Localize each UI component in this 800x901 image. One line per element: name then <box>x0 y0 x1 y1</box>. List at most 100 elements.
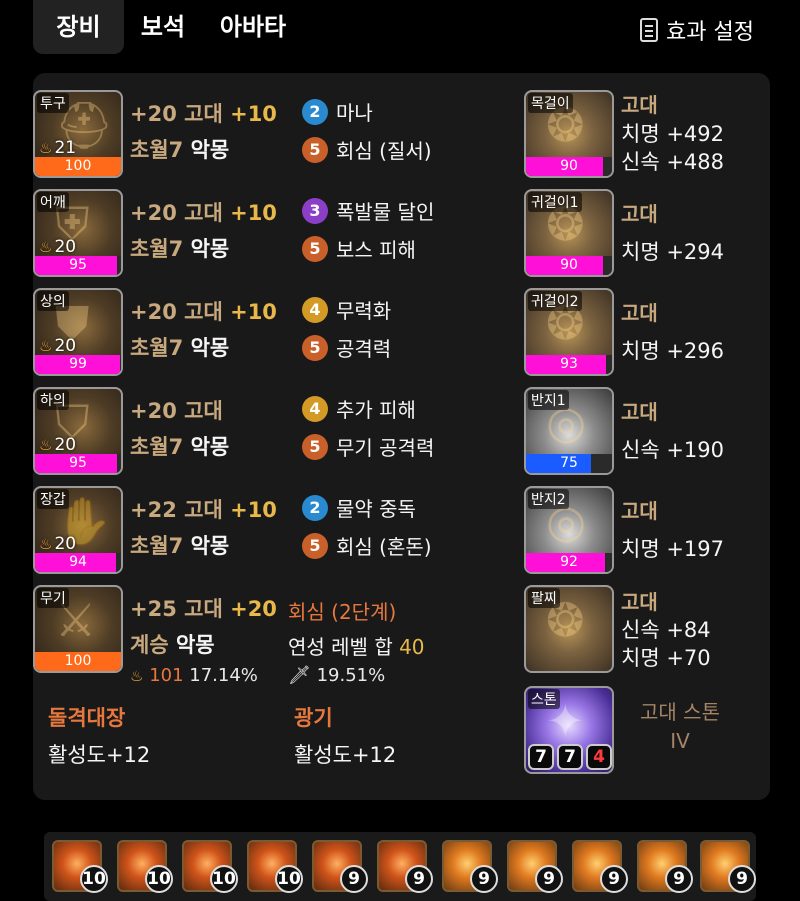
gem-level: 9 <box>600 865 628 893</box>
flame-icon: ♨ <box>130 667 144 685</box>
quality-bar: 90 <box>526 157 612 176</box>
chest-upgrade: +20 고대 +10 <box>130 300 277 324</box>
gem-level: 9 <box>405 865 433 893</box>
earring-2-slot[interactable]: ❂ 귀걸이2 93 <box>524 288 614 376</box>
stone-level: 7 <box>528 744 554 770</box>
tab-equipment[interactable]: 장비 <box>33 0 124 54</box>
gem[interactable]: 10 <box>182 840 238 893</box>
gem-level: 10 <box>80 865 108 893</box>
quality-bar: 90 <box>526 256 612 275</box>
slot-label: 목걸이 <box>528 93 573 113</box>
tier-badge: ♨ 20 <box>39 237 77 257</box>
engraving-1: 4 추가 피해 <box>302 394 416 423</box>
helmet-slot[interactable]: ⛑ 투구 ♨ 21 100 <box>33 90 123 178</box>
equipment-tabs: 장비 보석 아바타 효과 설정 <box>0 0 800 58</box>
set-title-1: 돌격대장 <box>48 706 126 730</box>
slot-label: 상의 <box>37 291 69 311</box>
weapon-effect: 회심 (2단계) <box>288 600 397 624</box>
engraving-1: 2 마나 <box>302 97 373 126</box>
gem[interactable]: 9 <box>442 840 498 893</box>
gem-level: 10 <box>210 865 238 893</box>
shoulder-transcend: 초월7 악몽 <box>130 237 230 261</box>
necklace-slot[interactable]: ❂ 목걸이 90 <box>524 90 614 178</box>
quality-bar: 93 <box>526 355 612 374</box>
accessory-grade: 고대 <box>621 400 658 424</box>
accessory-stat: 신속 +488 <box>621 150 724 174</box>
shoulder-slot[interactable]: ⛨ 어깨 ♨ 20 95 <box>33 189 123 277</box>
slot-label: 팔찌 <box>528 588 560 608</box>
bracelet-slot[interactable]: ❂ 팔찌 <box>524 585 614 673</box>
accessory-grade: 고대 <box>621 202 658 226</box>
shoulder-upgrade: +20 고대 +10 <box>130 201 277 225</box>
elixir-percent: 🗡 19.51% <box>288 665 386 686</box>
quality-bar: 95 <box>35 256 121 275</box>
chest-transcend: 초월7 악몽 <box>130 336 230 360</box>
gem-level: 9 <box>340 865 368 893</box>
accessory-stat: 치명 +492 <box>621 122 724 146</box>
elixir-level-sum: 연성 레벨 합 40 <box>288 635 425 659</box>
accessory-stat: 신속 +190 <box>621 438 724 462</box>
quality-bar: 99 <box>35 355 121 374</box>
quality-bar: 94 <box>35 553 121 572</box>
accessory-stat: 치명 +197 <box>621 537 724 561</box>
gem[interactable]: 10 <box>117 840 173 893</box>
slot-label: 스톤 <box>528 689 560 709</box>
accessory-stat: 치명 +70 <box>621 646 711 670</box>
gloves-slot[interactable]: ✋ 장갑 ♨ 20 94 <box>33 486 123 574</box>
gem-level: 10 <box>275 865 303 893</box>
helmet-transcend: 초월7 악몽 <box>130 138 230 162</box>
gem[interactable]: 9 <box>637 840 693 893</box>
set-title-2: 광기 <box>294 706 333 730</box>
pants-slot[interactable]: ⛉ 하의 ♨ 20 95 <box>33 387 123 475</box>
gem[interactable]: 9 <box>312 840 368 893</box>
gem[interactable]: 10 <box>247 840 303 893</box>
ring-2-slot[interactable]: ◎ 반지2 92 <box>524 486 614 574</box>
tab-avatar[interactable]: 아바타 <box>206 0 300 54</box>
gem[interactable]: 9 <box>700 840 756 893</box>
engraving-2: 5 회심 (혼돈) <box>302 531 432 560</box>
accessory-stat: 신속 +84 <box>621 618 711 642</box>
gem[interactable]: 9 <box>507 840 563 893</box>
pants-upgrade: +20 고대 <box>130 399 223 423</box>
ring-1-slot[interactable]: ◎ 반지1 75 <box>524 387 614 475</box>
slot-label: 귀걸이1 <box>528 192 582 212</box>
effect-settings-button[interactable]: 효과 설정 <box>640 14 754 46</box>
accessory-grade: 고대 <box>621 93 658 117</box>
tier-badge: ♨ 21 <box>39 138 77 158</box>
gem[interactable]: 9 <box>377 840 433 893</box>
flame-icon: ♨ <box>39 337 53 355</box>
weapon-upgrade: +25 고대 +20 <box>130 597 277 621</box>
tab-gems[interactable]: 보석 <box>128 0 198 54</box>
slot-label: 하의 <box>37 390 69 410</box>
accessory-grade: 고대 <box>621 301 658 325</box>
flame-icon: ♨ <box>39 436 53 454</box>
ability-stone-slot[interactable]: ✦ 스톤 7 7 4 <box>524 686 614 774</box>
engraving-1: 4 무력화 <box>302 295 391 324</box>
weapon-slot[interactable]: ⚔ 무기 100 <box>33 585 123 673</box>
accessory-stat: 치명 +296 <box>621 339 724 363</box>
engraving-2: 5 보스 피해 <box>302 234 416 263</box>
stone-levels: 7 7 4 <box>528 744 612 770</box>
tier-badge: ♨ 20 <box>39 336 77 356</box>
slot-label: 투구 <box>37 93 69 113</box>
chest-slot[interactable]: ⛊ 상의 ♨ 20 99 <box>33 288 123 376</box>
engraving-1: 2 물약 중독 <box>302 493 416 522</box>
effect-settings-label: 효과 설정 <box>666 20 754 45</box>
gem[interactable]: 10 <box>52 840 108 893</box>
quality-bar: 100 <box>35 652 121 671</box>
earring-1-slot[interactable]: ❂ 귀걸이1 90 <box>524 189 614 277</box>
engraving-2: 5 공격력 <box>302 333 391 362</box>
slot-label: 반지2 <box>528 489 569 509</box>
gem[interactable]: 9 <box>572 840 628 893</box>
weapon-tier: ♨ 101 17.14% <box>130 665 258 686</box>
sword-icon: 🗡 <box>288 665 311 686</box>
slot-label: 반지1 <box>528 390 569 410</box>
engraving-2: 5 무기 공격력 <box>302 432 434 461</box>
accessory-grade: 고대 <box>621 590 658 614</box>
gem-level: 9 <box>665 865 693 893</box>
set-value-2: 활성도+12 <box>294 743 397 767</box>
stone-title: 고대 스톤 <box>640 700 720 724</box>
quality-bar: 75 <box>526 454 612 473</box>
slot-label: 어깨 <box>37 192 69 212</box>
quality-bar: 100 <box>35 157 121 176</box>
